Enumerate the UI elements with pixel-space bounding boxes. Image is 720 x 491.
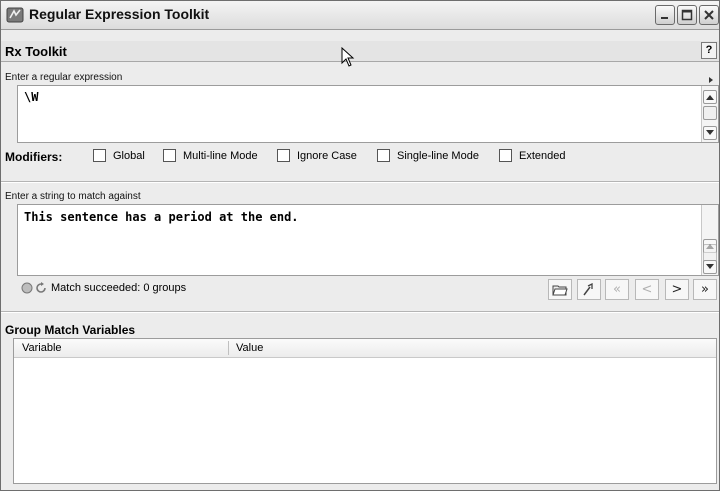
match-string-value: This sentence has a period at the end. <box>24 210 299 224</box>
table-header: Variable Value <box>14 339 716 358</box>
match-string-label: Enter a string to match against <box>5 191 141 202</box>
maximize-button[interactable] <box>677 5 697 25</box>
next-match-button[interactable]: > <box>665 279 689 300</box>
regex-label: Enter a regular expression <box>5 72 123 83</box>
first-match-button[interactable]: « <box>605 279 629 300</box>
modifier-label: Single-line Mode <box>397 150 479 162</box>
replace-button[interactable] <box>577 279 601 300</box>
mouse-cursor-icon <box>341 46 355 70</box>
refresh-icon[interactable] <box>35 282 47 294</box>
checkbox[interactable] <box>499 149 512 162</box>
window-title: Regular Expression Toolkit <box>29 6 210 22</box>
column-header-variable[interactable]: Variable <box>22 342 62 354</box>
regex-scrollbar[interactable] <box>701 86 718 142</box>
modifier-label: Multi-line Mode <box>183 150 258 162</box>
regex-value: \W <box>24 90 39 104</box>
column-separator[interactable] <box>228 341 229 355</box>
modifier-label: Ignore Case <box>297 150 357 162</box>
group-match-table[interactable]: Variable Value <box>13 338 717 484</box>
minimize-button[interactable] <box>655 5 675 25</box>
column-header-value[interactable]: Value <box>236 342 263 354</box>
last-match-button[interactable]: » <box>693 279 717 300</box>
modifiers-row: Modifiers: Global Multi-line Mode Ignore… <box>1 141 719 173</box>
scroll-thumb[interactable] <box>703 106 717 120</box>
match-status: Match succeeded: 0 groups <box>51 282 187 294</box>
title-bar[interactable]: Regular Expression Toolkit <box>1 1 719 30</box>
divider <box>1 181 719 183</box>
divider <box>1 311 719 313</box>
help-button[interactable]: ? <box>701 42 717 59</box>
checkbox[interactable] <box>277 149 290 162</box>
regex-input[interactable]: \W <box>17 85 719 143</box>
scroll-down-icon[interactable] <box>703 260 717 274</box>
modifiers-label: Modifiers: <box>5 150 63 164</box>
scroll-up-icon[interactable] <box>703 90 717 104</box>
scroll-down-icon[interactable] <box>703 126 717 140</box>
app-window: Regular Expression Toolkit Rx Toolkit ? … <box>0 0 720 491</box>
checkbox[interactable] <box>93 149 106 162</box>
status-row: Match succeeded: 0 groups « < > » <box>1 277 719 301</box>
open-file-button[interactable] <box>548 279 572 300</box>
close-button[interactable] <box>699 5 719 25</box>
match-string-input[interactable]: This sentence has a period at the end. <box>17 204 719 276</box>
group-match-title: Group Match Variables <box>5 323 136 337</box>
match-string-scrollbar[interactable] <box>701 205 718 275</box>
app-icon <box>6 6 24 24</box>
toolkit-header: Rx Toolkit ? <box>1 41 719 62</box>
match-indicator-icon <box>21 282 33 294</box>
toolkit-title: Rx Toolkit <box>5 44 67 59</box>
checkbox[interactable] <box>163 149 176 162</box>
modifier-label: Global <box>113 150 145 162</box>
modifier-label: Extended <box>519 150 566 162</box>
previous-match-button[interactable]: < <box>635 279 659 300</box>
checkbox[interactable] <box>377 149 390 162</box>
